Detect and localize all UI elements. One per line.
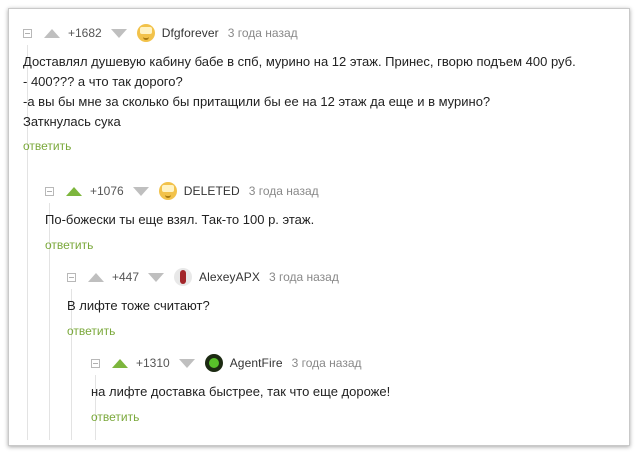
reply-link[interactable]: ответить [67,324,115,338]
comment-line: В лифте тоже считают? [67,298,210,313]
comment-time[interactable]: 3 года назад [228,26,298,40]
reply-link[interactable]: ответить [45,238,93,252]
collapse-icon[interactable] [67,272,76,282]
comment-line: - 400??? а что так дорого? [23,74,183,89]
comment-line: Заткнулась сука [23,114,121,129]
reply-link[interactable]: ответить [23,139,71,153]
comment-body: По-божески ты еще взял. Так-то 100 р. эт… [45,210,319,230]
collapse-icon[interactable] [91,358,100,368]
comment: +1682 Dfgforever 3 года назад Доставлял … [23,23,603,155]
comment-line: По-божески ты еще взял. Так-то 100 р. эт… [45,212,315,227]
comment-body: В лифте тоже считают? [67,296,339,316]
comment-body: Доставлял душевую кабину бабе в спб, мур… [23,52,603,132]
collapse-icon[interactable] [23,28,32,38]
comment: +1310 AgentFire 3 года назад на лифте до… [91,353,390,426]
comment-rating: +1682 [68,26,102,40]
comment-time[interactable]: 3 года назад [249,184,319,198]
upvote-icon[interactable] [112,358,128,368]
upvote-icon[interactable] [66,186,82,196]
comment-author[interactable]: DELETED [184,184,240,198]
comments-panel: +1682 Dfgforever 3 года назад Доставлял … [8,8,630,446]
comment-rating: +1076 [90,184,124,198]
comment-line: на лифте доставка быстрее, так что еще д… [91,384,391,399]
comment-line: Доставлял душевую кабину бабе в спб, мур… [23,54,576,69]
green-orb-avatar-icon[interactable] [204,354,223,372]
comment-line: -а вы бы мне за сколько бы притащили бы … [23,94,491,109]
comment: +447 AlexeyAPX 3 года назад В лифте тоже… [67,267,339,340]
downvote-icon[interactable] [110,28,127,38]
downvote-icon[interactable] [178,358,195,368]
reply-link[interactable]: ответить [91,410,139,424]
comment-author[interactable]: AlexeyAPX [199,270,260,284]
comment-header: +1682 Dfgforever 3 года назад [23,23,603,43]
comment-rating: +447 [112,270,140,284]
comment: +1076 DELETED 3 года назад По-божески ты… [45,181,319,254]
smiley-avatar-icon[interactable] [158,182,177,200]
upvote-icon[interactable] [44,28,60,38]
comment-header: +1310 AgentFire 3 года назад [91,353,390,373]
comment-time[interactable]: 3 года назад [269,270,339,284]
comment-author[interactable]: Dfgforever [162,26,219,40]
comment-body: на лифте доставка быстрее, так что еще д… [91,382,390,402]
smiley-avatar-icon[interactable] [136,24,155,42]
red-figure-avatar-icon[interactable] [174,268,193,286]
downvote-icon[interactable] [148,272,165,282]
upvote-icon[interactable] [88,272,104,282]
comment-rating: +1310 [136,356,170,370]
comment-header: +447 AlexeyAPX 3 года назад [67,267,339,287]
downvote-icon[interactable] [132,186,149,196]
comment-author[interactable]: AgentFire [230,356,283,370]
comment-time[interactable]: 3 года назад [292,356,362,370]
collapse-icon[interactable] [45,186,54,196]
comment-header: +1076 DELETED 3 года назад [45,181,319,201]
